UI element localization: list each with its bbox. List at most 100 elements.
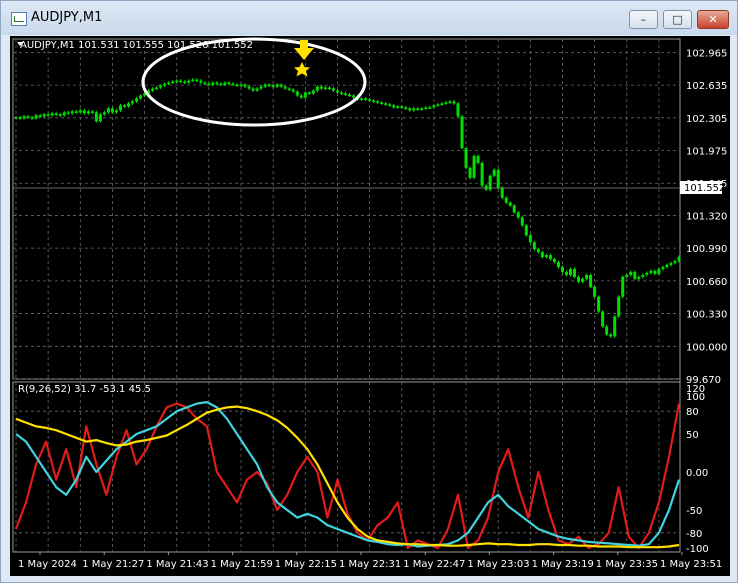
- ind-tick-label: -100: [686, 544, 709, 555]
- price-candle: [86, 111, 90, 114]
- price-candle: [669, 263, 673, 266]
- close-button[interactable]: ✕: [697, 10, 729, 29]
- price-candle: [187, 80, 191, 83]
- price-candle: [376, 101, 380, 103]
- price-candle: [307, 92, 311, 95]
- price-candle: [127, 103, 131, 107]
- price-candle: [195, 79, 199, 82]
- price-candle: [163, 83, 167, 86]
- price-candle: [629, 271, 633, 275]
- price-candle: [472, 155, 476, 178]
- price-candle: [581, 278, 585, 282]
- price-candle: [315, 86, 319, 91]
- price-candle: [231, 83, 235, 86]
- price-candle: [528, 235, 532, 243]
- time-tick-label: 1 May 23:51: [660, 559, 722, 570]
- chart-app-icon: [11, 12, 27, 26]
- price-candle: [613, 316, 617, 337]
- chart-area[interactable]: 102.965102.635102.305101.975101.645101.3…: [10, 36, 730, 576]
- price-candle: [98, 114, 102, 122]
- price-candle: [532, 242, 536, 250]
- price-candle: [452, 101, 456, 104]
- star-icon: [294, 62, 310, 77]
- title-bar[interactable]: AUDJPY,M1 – □ ✕: [1, 1, 737, 35]
- price-candle: [448, 101, 452, 103]
- price-candle: [388, 104, 392, 106]
- indicator-title: R(9,26,52) 31.7 -53.1 45.5: [18, 384, 151, 395]
- price-candle: [625, 274, 629, 277]
- price-candle: [279, 84, 283, 87]
- price-candle: [609, 334, 613, 337]
- time-tick-label: 1 May 22:31: [339, 559, 401, 570]
- price-candle: [295, 91, 299, 96]
- price-candle: [90, 111, 94, 113]
- price-candle: [432, 105, 436, 108]
- price-candle: [564, 271, 568, 275]
- price-candle: [573, 268, 577, 277]
- price-candle: [151, 88, 155, 91]
- price-candle: [207, 83, 211, 86]
- chart-window: AUDJPY,M1 – □ ✕ 102.965 102.635 102.305 101…: [0, 0, 738, 583]
- time-tick-label: 1 May 23:03: [467, 559, 529, 570]
- price-candle: [480, 162, 484, 186]
- maximize-button[interactable]: □: [663, 10, 692, 29]
- axis-labels: 102.965102.635102.305101.975101.645101.3…: [18, 48, 727, 570]
- price-candle: [396, 106, 400, 108]
- price-candle: [368, 99, 372, 101]
- price-candle: [102, 112, 106, 115]
- price-candle: [348, 94, 352, 97]
- price-candle: [335, 90, 339, 93]
- indicator-series: [14, 401, 681, 550]
- price-candle: [139, 95, 143, 99]
- price-candle: [512, 205, 516, 213]
- price-candle: [677, 257, 681, 262]
- time-tick-label: 1 May 23:19: [532, 559, 594, 570]
- price-candle: [283, 86, 287, 89]
- minimize-button[interactable]: –: [629, 10, 658, 29]
- price-candle: [331, 88, 335, 91]
- price-candle: [66, 112, 70, 114]
- price-candle: [404, 107, 408, 109]
- price-candle: [291, 89, 295, 92]
- price-candle: [464, 148, 468, 168]
- indicator-series-line-2: [15, 405, 680, 549]
- price-candle: [243, 84, 247, 87]
- price-candle: [114, 110, 118, 113]
- minimize-icon: –: [640, 13, 647, 26]
- time-tick-label: 1 May 23:35: [596, 559, 658, 570]
- price-candle: [500, 187, 504, 198]
- price-candle: [203, 82, 207, 85]
- price-candle: [50, 113, 54, 116]
- price-candle: [131, 101, 135, 104]
- chart-svg[interactable]: 102.965102.635102.305101.975101.645101.3…: [10, 36, 730, 576]
- price-candle: [78, 110, 82, 113]
- price-candle: [444, 102, 448, 104]
- price-candle: [384, 103, 388, 105]
- price-candle: [589, 274, 593, 287]
- price-candle: [540, 252, 544, 258]
- price-candle: [287, 88, 291, 91]
- price-candle: [38, 115, 42, 117]
- price-candle: [30, 117, 34, 119]
- price-candle: [496, 169, 500, 188]
- price-candle: [106, 108, 110, 113]
- price-candle: [645, 272, 649, 275]
- price-candle: [58, 114, 62, 116]
- price-candle: [135, 98, 139, 102]
- price-candle: [436, 104, 440, 106]
- price-candle: [343, 93, 347, 96]
- price-candle: [649, 270, 653, 273]
- price-tick-label: 100.660: [686, 277, 727, 288]
- price-candle: [235, 84, 239, 87]
- ind-tick-label: 80: [686, 407, 699, 418]
- price-candle: [585, 274, 589, 279]
- price-candle: [18, 117, 22, 119]
- price-candle: [42, 114, 46, 117]
- price-candle: [327, 87, 331, 90]
- price-candle: [267, 84, 271, 87]
- price-candle: [516, 212, 520, 218]
- price-candle: [54, 113, 58, 115]
- price-candle: [488, 175, 492, 190]
- price-candle: [392, 105, 396, 108]
- price-candle: [524, 225, 528, 236]
